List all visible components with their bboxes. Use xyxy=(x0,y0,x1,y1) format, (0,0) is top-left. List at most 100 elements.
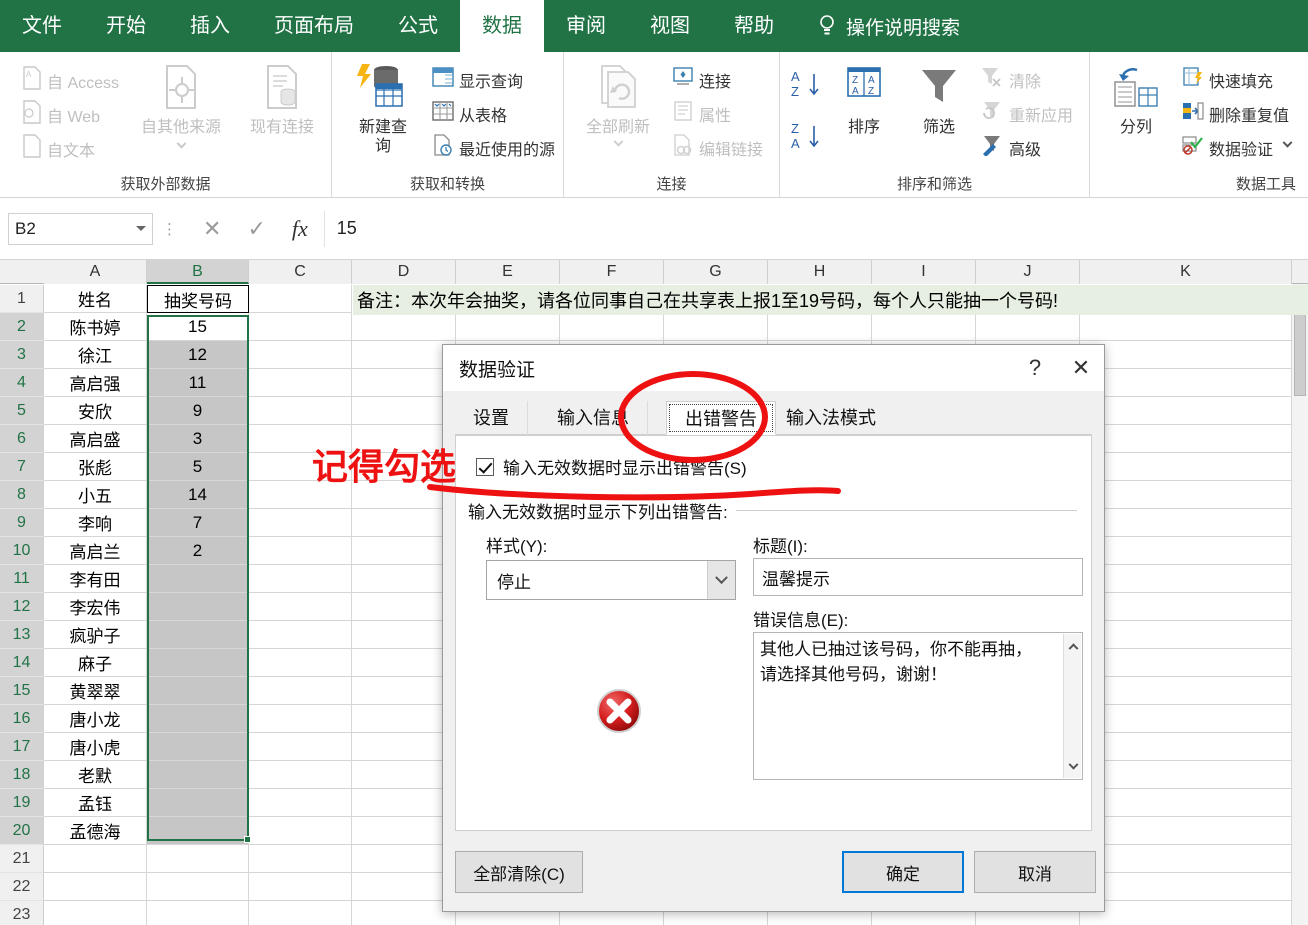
cell-k2[interactable] xyxy=(1080,313,1292,341)
cell-b20[interactable] xyxy=(147,817,249,845)
cell-b2[interactable]: 15 xyxy=(147,313,249,341)
cell-k22[interactable] xyxy=(1080,873,1292,901)
ribbon-item-from-other-sources[interactable]: 自其他来源 xyxy=(130,64,232,150)
cell-a12[interactable]: 李宏伟 xyxy=(44,593,147,621)
cell-d4[interactable] xyxy=(352,369,456,397)
row-header-1[interactable]: 1 xyxy=(0,285,44,313)
ribbon-item-properties[interactable]: 属性 xyxy=(672,100,731,127)
cell-k5[interactable] xyxy=(1080,397,1292,425)
cell-k13[interactable] xyxy=(1080,621,1292,649)
cell-e2[interactable] xyxy=(456,313,560,341)
ribbon-item-refresh-all[interactable]: 全部刷新 xyxy=(572,64,664,148)
cell-a14[interactable]: 麻子 xyxy=(44,649,147,677)
row-header-22[interactable]: 22 xyxy=(0,873,44,901)
cell-a1[interactable]: 姓名 xyxy=(44,285,147,313)
cell-b10[interactable]: 2 xyxy=(147,537,249,565)
cell-d11[interactable] xyxy=(352,565,456,593)
cell-c5[interactable] xyxy=(249,397,352,425)
cell-k20[interactable] xyxy=(1080,817,1292,845)
ribbon-item-new-query[interactable]: 新建查询 xyxy=(344,62,422,156)
textarea-scrollbar[interactable] xyxy=(1063,634,1081,778)
cell-a11[interactable]: 李有田 xyxy=(44,565,147,593)
dialog-tab-error-alert[interactable]: 出错警告 xyxy=(666,401,776,435)
ribbon-tab-help[interactable]: 帮助 xyxy=(712,0,796,52)
cell-k7[interactable] xyxy=(1080,453,1292,481)
ribbon-item-sort-za[interactable]: ZA xyxy=(790,120,822,159)
cell-c3[interactable] xyxy=(249,341,352,369)
row-header-15[interactable]: 15 xyxy=(0,677,44,705)
cell-a8[interactable]: 小五 xyxy=(44,481,147,509)
cell-d3[interactable] xyxy=(352,341,456,369)
ribbon-item-connections[interactable]: 连接 xyxy=(672,66,731,93)
cell-c2[interactable] xyxy=(249,313,352,341)
name-box[interactable]: B2 xyxy=(8,212,153,245)
cell-k18[interactable] xyxy=(1080,761,1292,789)
cell-a6[interactable]: 高启盛 xyxy=(44,425,147,453)
cell-b12[interactable] xyxy=(147,593,249,621)
cell-g2[interactable] xyxy=(664,313,768,341)
column-header-h[interactable]: H xyxy=(768,260,872,284)
cell-d22[interactable] xyxy=(352,873,456,901)
column-header-g[interactable]: G xyxy=(664,260,768,284)
cell-k12[interactable] xyxy=(1080,593,1292,621)
cell-a3[interactable]: 徐江 xyxy=(44,341,147,369)
cell-b8[interactable]: 14 xyxy=(147,481,249,509)
ribbon-item-flash-fill[interactable]: 快速填充 xyxy=(1182,66,1273,93)
cell-c1[interactable] xyxy=(249,285,352,313)
cell-c9[interactable] xyxy=(249,509,352,537)
cell-d14[interactable] xyxy=(352,649,456,677)
cell-d15[interactable] xyxy=(352,677,456,705)
cell-k15[interactable] xyxy=(1080,677,1292,705)
column-header-k[interactable]: K xyxy=(1080,260,1292,284)
cell-a23[interactable] xyxy=(44,901,147,925)
selection-fill-handle[interactable] xyxy=(244,836,251,843)
ribbon-tab-home[interactable]: 开始 xyxy=(84,0,168,52)
column-header-j[interactable]: J xyxy=(976,260,1080,284)
cell-a4[interactable]: 高启强 xyxy=(44,369,147,397)
cell-b13[interactable] xyxy=(147,621,249,649)
style-combobox[interactable]: 停止 xyxy=(486,560,736,600)
cell-d16[interactable] xyxy=(352,705,456,733)
cell-b22[interactable] xyxy=(147,873,249,901)
row-header-9[interactable]: 9 xyxy=(0,509,44,537)
cell-a5[interactable]: 安欣 xyxy=(44,397,147,425)
chevron-down-icon[interactable] xyxy=(707,561,735,599)
vertical-scrollbar[interactable] xyxy=(1292,284,1308,925)
cell-b7[interactable]: 5 xyxy=(147,453,249,481)
cell-c16[interactable] xyxy=(249,705,352,733)
cell-a7[interactable]: 张彪 xyxy=(44,453,147,481)
row-header-19[interactable]: 19 xyxy=(0,789,44,817)
cancel-button[interactable]: 取消 xyxy=(974,851,1096,893)
chevron-down-icon[interactable] xyxy=(613,136,623,147)
ribbon-item-from-table[interactable]: 从表格 xyxy=(432,100,507,127)
ribbon-item-text-to-columns[interactable]: 分列 xyxy=(1096,66,1176,137)
clear-all-button[interactable]: 全部清除(C) xyxy=(455,851,583,893)
ribbon-tab-data[interactable]: 数据 xyxy=(460,0,544,52)
dialog-tab-settings[interactable]: 设置 xyxy=(455,401,528,435)
cell-c10[interactable] xyxy=(249,537,352,565)
cell-i2[interactable] xyxy=(872,313,976,341)
cell-k19[interactable] xyxy=(1080,789,1292,817)
tell-me-search[interactable]: 操作说明搜索 xyxy=(796,13,960,40)
cell-b11[interactable] xyxy=(147,565,249,593)
cell-c17[interactable] xyxy=(249,733,352,761)
check-icon[interactable]: ✓ xyxy=(247,216,265,242)
row-header-6[interactable]: 6 xyxy=(0,425,44,453)
cell-d2[interactable] xyxy=(352,313,456,341)
cell-b6[interactable]: 3 xyxy=(147,425,249,453)
row-header-7[interactable]: 7 xyxy=(0,453,44,481)
x-icon[interactable]: ✕ xyxy=(203,216,221,242)
chevron-up-icon[interactable] xyxy=(1064,636,1082,654)
cell-d23[interactable] xyxy=(352,901,456,925)
ribbon-item-from-web[interactable]: 自 Web xyxy=(22,100,100,129)
ribbon-tab-page-layout[interactable]: 页面布局 xyxy=(252,0,376,52)
chevron-down-icon[interactable] xyxy=(1064,758,1082,776)
cell-f2[interactable] xyxy=(560,313,664,341)
chevron-down-icon[interactable] xyxy=(136,226,146,231)
ribbon-tab-insert[interactable]: 插入 xyxy=(168,0,252,52)
cell-b23[interactable] xyxy=(147,901,249,925)
ribbon-item-sort[interactable]: ZAAZ 排序 xyxy=(830,66,898,137)
row-header-2[interactable]: 2 xyxy=(0,313,44,341)
cell-d10[interactable] xyxy=(352,537,456,565)
cell-d13[interactable] xyxy=(352,621,456,649)
